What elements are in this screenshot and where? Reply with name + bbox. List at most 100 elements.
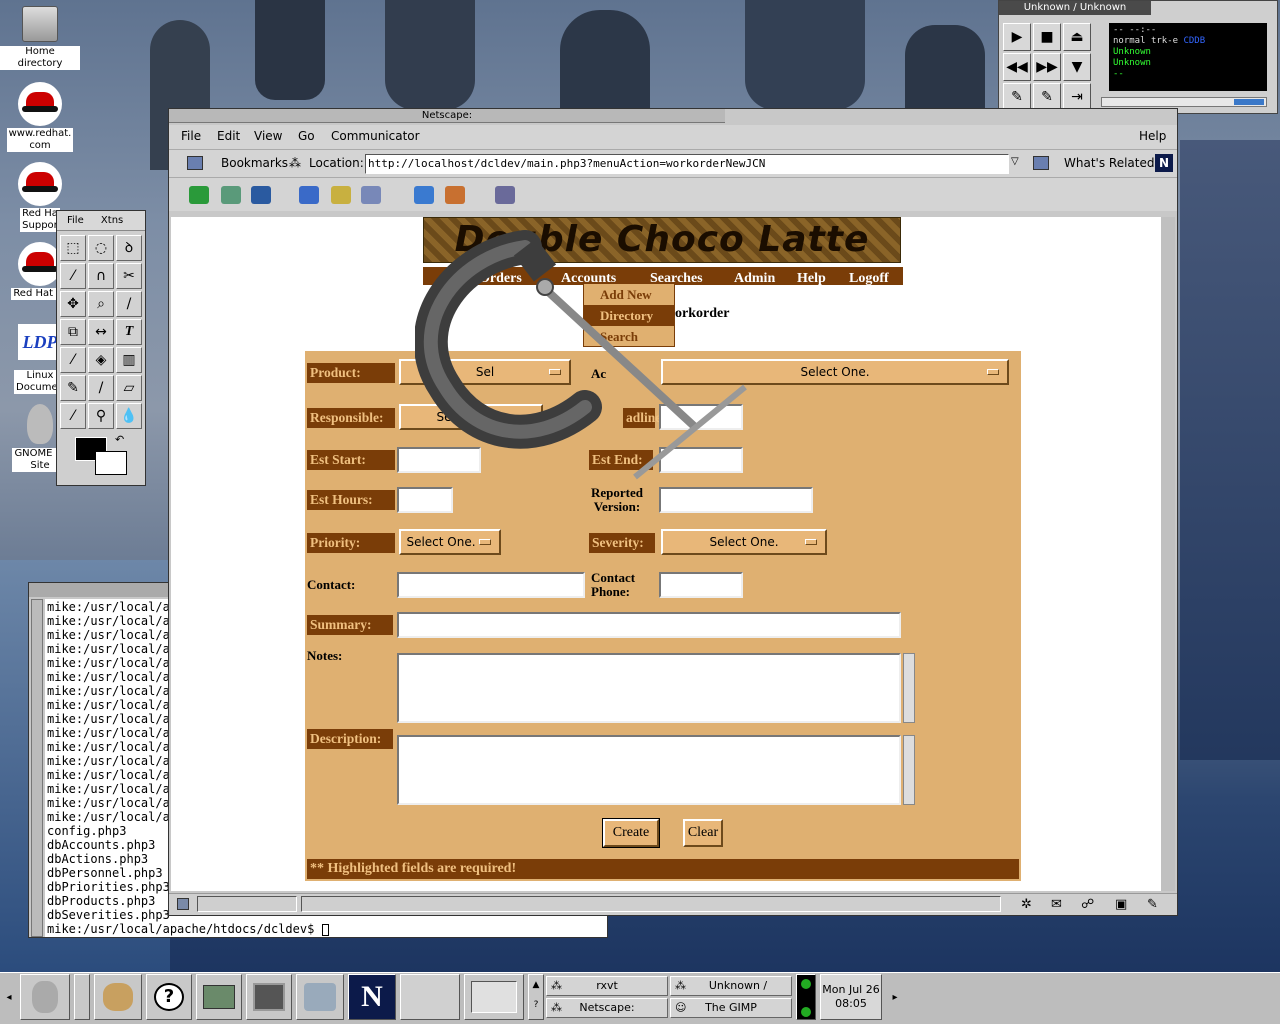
stop-icon[interactable]	[495, 186, 515, 204]
contact-input[interactable]	[397, 572, 585, 598]
create-button[interactable]: Create	[602, 818, 660, 848]
page-scrollbar[interactable]	[1161, 217, 1175, 891]
convolve-icon[interactable]: 💧	[116, 403, 142, 429]
color-picker-icon[interactable]: ⁄	[60, 347, 86, 373]
component-bar-address-icon[interactable]: ▣	[1115, 897, 1127, 912]
airbrush-icon[interactable]: ⁄	[60, 403, 86, 429]
help-launcher[interactable]: ?	[146, 974, 192, 1020]
pager[interactable]	[464, 974, 524, 1020]
gimp-menu-file[interactable]: File	[67, 215, 84, 226]
desktop-icon-redhat-www[interactable]: www.redhat. com	[0, 82, 80, 152]
security-icon[interactable]	[445, 186, 465, 204]
menu-help[interactable]: Help	[1139, 129, 1166, 143]
netscape-menubar: File Edit View Go Communicator Help	[169, 125, 1177, 149]
edit-icon[interactable]: ✎	[1033, 83, 1061, 111]
panel-hide-left-icon[interactable]: ◂	[2, 978, 16, 1018]
clock[interactable]: Mon Jul 26 08:05	[820, 974, 882, 1020]
contact-phone-input[interactable]	[659, 572, 743, 598]
component-bar-mail-icon[interactable]: ✉	[1051, 897, 1062, 912]
magic-wand-icon[interactable]: ⁄	[60, 263, 86, 289]
gimp-launcher[interactable]	[94, 974, 142, 1020]
nav-help[interactable]: Help	[797, 271, 826, 287]
whats-related-icon[interactable]	[1033, 156, 1049, 170]
ellipse-select-icon[interactable]: ◌	[88, 235, 114, 261]
bookmarks-icon[interactable]	[187, 156, 203, 170]
est-hours-input[interactable]	[397, 487, 453, 513]
clone-icon[interactable]: ⚲	[88, 403, 114, 429]
task-netscape[interactable]: ⁂ Netscape:	[546, 998, 668, 1018]
playlist-icon[interactable]: ✎	[1003, 83, 1031, 111]
scissors-icon[interactable]: ✂	[116, 263, 142, 289]
desktop-icon-home[interactable]: Home directory	[0, 6, 80, 70]
tasklist-arrows[interactable]: ▲?	[528, 974, 544, 1020]
reload-icon[interactable]	[251, 186, 271, 204]
menu-communicator[interactable]: Communicator	[331, 129, 420, 143]
home-icon[interactable]	[299, 186, 319, 204]
gnome-menu-button[interactable]	[20, 974, 70, 1020]
exit-icon[interactable]: ⇥	[1063, 83, 1091, 111]
url-input[interactable]: http://localhost/dcldev/main.php3?menuAc…	[365, 154, 1009, 174]
panel-drawer[interactable]	[74, 974, 90, 1020]
task-gimp[interactable]: ☺ The GIMP	[670, 998, 792, 1018]
select-severity[interactable]: Select One.	[661, 529, 827, 555]
eject-icon[interactable]: ⏏	[1063, 23, 1091, 51]
my-netscape-icon[interactable]	[361, 186, 381, 204]
forward-icon[interactable]	[221, 186, 241, 204]
summary-input[interactable]	[397, 612, 901, 638]
rect-select-icon[interactable]: ⬚	[60, 235, 86, 261]
reported-version-input[interactable]	[659, 487, 813, 513]
swap-colors-icon[interactable]: ↶	[115, 433, 124, 446]
bezier-icon[interactable]: ∩	[88, 263, 114, 289]
menu-go[interactable]: Go	[298, 129, 315, 143]
menu-view[interactable]: View	[254, 129, 282, 143]
lasso-icon[interactable]: ꝺ	[116, 235, 142, 261]
whats-related-button[interactable]: What's Related	[1064, 156, 1154, 170]
pencil-icon[interactable]: ✎	[60, 375, 86, 401]
updater-launcher[interactable]	[296, 974, 344, 1020]
bookmarks-button[interactable]: Bookmarks	[221, 156, 288, 170]
back-icon[interactable]	[189, 186, 209, 204]
print-icon[interactable]	[414, 186, 434, 204]
rxvt-scrollbar[interactable]	[31, 599, 43, 937]
nav-logoff[interactable]: Logoff	[849, 271, 889, 287]
menu-edit[interactable]: Edit	[217, 129, 240, 143]
blend-icon[interactable]: ▥	[116, 347, 142, 373]
component-bar-composer-icon[interactable]: ✎	[1147, 897, 1158, 912]
terminal-launcher[interactable]	[246, 974, 292, 1020]
magnify-icon[interactable]: ⌕	[88, 291, 114, 317]
menu-file[interactable]: File	[181, 129, 201, 143]
task-xmms[interactable]: ⁂Unknown / Unknown	[670, 976, 792, 1010]
text-icon[interactable]: T	[116, 319, 142, 345]
crop-icon[interactable]: /	[116, 291, 142, 317]
rewind-icon[interactable]: ◀◀	[1003, 53, 1031, 81]
select-priority[interactable]: Select One.	[399, 529, 501, 555]
stop-icon[interactable]: ■	[1033, 23, 1061, 51]
toolbox-launcher[interactable]	[196, 974, 242, 1020]
search-icon[interactable]	[331, 186, 351, 204]
play-icon[interactable]: ▶	[1003, 23, 1031, 51]
fast-forward-icon[interactable]: ▶▶	[1033, 53, 1061, 81]
terminal-cursor[interactable]	[321, 923, 329, 936]
description-scrollbar[interactable]	[903, 735, 915, 805]
panel-hide-right-icon[interactable]: ▸	[888, 978, 902, 1018]
bucket-fill-icon[interactable]: ◈	[88, 347, 114, 373]
flip-icon[interactable]: ↔	[88, 319, 114, 345]
notes-scrollbar[interactable]	[903, 653, 915, 723]
paintbrush-icon[interactable]: /	[88, 375, 114, 401]
background-color-swatch[interactable]	[95, 451, 127, 475]
eraser-icon[interactable]: ▱	[116, 375, 142, 401]
task-rxvt[interactable]: ⁂ rxvt	[546, 976, 668, 996]
component-bar-groups-icon[interactable]: ☍	[1081, 897, 1094, 912]
component-bar-navigator-icon[interactable]: ✲	[1021, 897, 1032, 912]
location-icon[interactable]: ⁂	[289, 156, 301, 170]
transform-icon[interactable]: ⧉	[60, 319, 86, 345]
url-dropdown-icon[interactable]: ▽	[1011, 156, 1019, 167]
netscape-launcher[interactable]: N	[348, 974, 396, 1020]
move-icon[interactable]: ✥	[60, 291, 86, 317]
notes-textarea[interactable]	[397, 653, 901, 723]
clear-button[interactable]: Clear	[683, 819, 723, 847]
xmms-seek-bar[interactable]	[1101, 97, 1267, 107]
menu-down-icon[interactable]: ▼	[1063, 53, 1091, 81]
gimp-menu-xtns[interactable]: Xtns	[101, 215, 123, 226]
description-textarea[interactable]	[397, 735, 901, 805]
